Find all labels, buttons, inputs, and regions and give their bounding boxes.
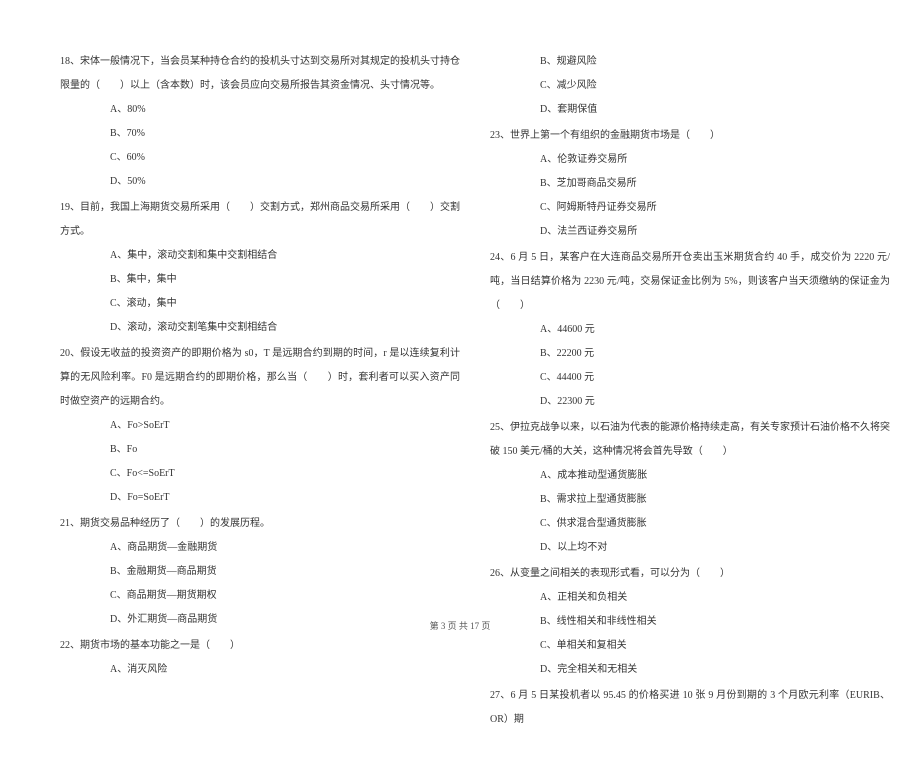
question-text: 19、目前，我国上海期货交易所采用（ ）交割方式，郑州商品交易所采用（ ）交割方… — [60, 196, 460, 244]
question-text: 20、假设无收益的投资资产的即期价格为 s0，T 是远期合约到期的时间，r 是以… — [60, 342, 460, 414]
option-c: C、滚动，集中 — [60, 292, 460, 316]
question-21: 21、期货交易品种经历了（ ）的发展历程。 A、商品期货—金融期货 B、金融期货… — [60, 512, 460, 632]
option-a: A、成本推动型通货膨胀 — [490, 464, 890, 488]
page-footer: 第 3 页 共 17 页 — [0, 619, 920, 632]
option-a: A、80% — [60, 98, 460, 122]
question-text: 24、6 月 5 日，某客户在大连商品交易所开仓卖出玉米期货合约 40 手，成交… — [490, 246, 890, 318]
option-c: C、单相关和复相关 — [490, 634, 890, 658]
option-b: B、规避风险 — [490, 50, 890, 74]
question-22-cont: B、规避风险 C、减少风险 D、套期保值 — [490, 50, 890, 122]
option-c: C、阿姆斯特丹证券交易所 — [490, 196, 890, 220]
option-d: D、完全相关和无相关 — [490, 658, 890, 682]
option-a: A、44600 元 — [490, 318, 890, 342]
option-b: B、22200 元 — [490, 342, 890, 366]
option-a: A、集中，滚动交割和集中交割相结合 — [60, 244, 460, 268]
question-text: 18、宋体一般情况下，当会员某种持仓合约的投机头寸达到交易所对其规定的投机头寸持… — [60, 50, 460, 98]
option-d: D、滚动，滚动交割笔集中交割相结合 — [60, 316, 460, 340]
option-b: B、需求拉上型通货膨胀 — [490, 488, 890, 512]
option-d: D、Fo=SoErT — [60, 486, 460, 510]
question-19: 19、目前，我国上海期货交易所采用（ ）交割方式，郑州商品交易所采用（ ）交割方… — [60, 196, 460, 340]
option-a: A、正相关和负相关 — [490, 586, 890, 610]
question-25: 25、伊拉克战争以来，以石油为代表的能源价格持续走高，有关专家预计石油价格不久将… — [490, 416, 890, 560]
document-page: 18、宋体一般情况下，当会员某种持仓合约的投机头寸达到交易所对其规定的投机头寸持… — [0, 0, 920, 764]
option-a: A、Fo>SoErT — [60, 414, 460, 438]
option-a: A、消灭风险 — [60, 658, 460, 682]
option-c: C、44400 元 — [490, 366, 890, 390]
question-text: 27、6 月 5 日某投机者以 95.45 的价格买进 10 张 9 月份到期的… — [490, 684, 890, 732]
question-text: 25、伊拉克战争以来，以石油为代表的能源价格持续走高，有关专家预计石油价格不久将… — [490, 416, 890, 464]
option-b: B、芝加哥商品交易所 — [490, 172, 890, 196]
option-c: C、供求混合型通货膨胀 — [490, 512, 890, 536]
option-c: C、减少风险 — [490, 74, 890, 98]
question-24: 24、6 月 5 日，某客户在大连商品交易所开仓卖出玉米期货合约 40 手，成交… — [490, 246, 890, 414]
option-d: D、22300 元 — [490, 390, 890, 414]
question-27: 27、6 月 5 日某投机者以 95.45 的价格买进 10 张 9 月份到期的… — [490, 684, 890, 732]
option-c: C、商品期货—期货期权 — [60, 584, 460, 608]
question-23: 23、世界上第一个有组织的金融期货市场是（ ） A、伦敦证券交易所 B、芝加哥商… — [490, 124, 890, 244]
question-22: 22、期货市场的基本功能之一是（ ） A、消灭风险 — [60, 634, 460, 682]
question-text: 21、期货交易品种经历了（ ）的发展历程。 — [60, 512, 460, 536]
option-a: A、商品期货—金融期货 — [60, 536, 460, 560]
question-text: 26、从变量之间相关的表现形式看，可以分为（ ） — [490, 562, 890, 586]
question-20: 20、假设无收益的投资资产的即期价格为 s0，T 是远期合约到期的时间，r 是以… — [60, 342, 460, 510]
option-c: C、Fo<=SoErT — [60, 462, 460, 486]
option-d: D、以上均不对 — [490, 536, 890, 560]
option-b: B、金融期货—商品期货 — [60, 560, 460, 584]
question-text: 22、期货市场的基本功能之一是（ ） — [60, 634, 460, 658]
option-d: D、50% — [60, 170, 460, 194]
option-a: A、伦敦证券交易所 — [490, 148, 890, 172]
question-text: 23、世界上第一个有组织的金融期货市场是（ ） — [490, 124, 890, 148]
option-d: D、套期保值 — [490, 98, 890, 122]
option-c: C、60% — [60, 146, 460, 170]
option-b: B、集中，集中 — [60, 268, 460, 292]
option-b: B、70% — [60, 122, 460, 146]
option-b: B、Fo — [60, 438, 460, 462]
question-18: 18、宋体一般情况下，当会员某种持仓合约的投机头寸达到交易所对其规定的投机头寸持… — [60, 50, 460, 194]
option-d: D、法兰西证券交易所 — [490, 220, 890, 244]
